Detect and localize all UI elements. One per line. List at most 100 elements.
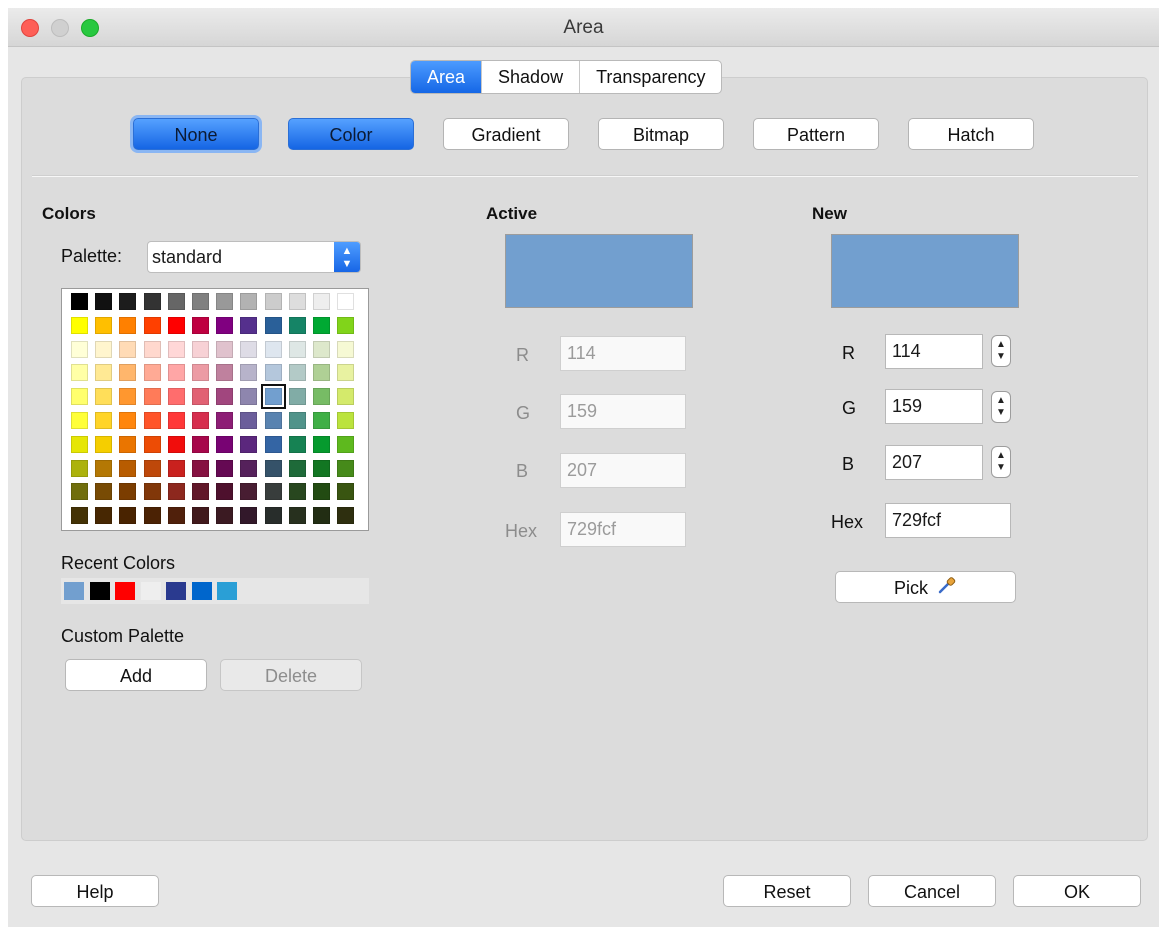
- palette-swatch[interactable]: [337, 364, 355, 382]
- palette-swatch[interactable]: [95, 459, 113, 477]
- palette-swatch[interactable]: [95, 388, 113, 406]
- palette-swatch[interactable]: [119, 340, 137, 358]
- palette-swatch[interactable]: [216, 293, 234, 310]
- palette-swatch[interactable]: [95, 412, 113, 429]
- palette-swatch[interactable]: [143, 435, 161, 453]
- palette-swatch[interactable]: [240, 364, 258, 382]
- palette-swatch[interactable]: [337, 507, 355, 525]
- palette-swatch[interactable]: [264, 459, 282, 477]
- palette-swatch[interactable]: [264, 412, 282, 429]
- palette-swatch[interactable]: [95, 507, 113, 525]
- palette-swatch[interactable]: [119, 459, 137, 477]
- palette-swatch[interactable]: [288, 293, 306, 310]
- palette-swatch[interactable]: [240, 340, 258, 358]
- palette-swatch[interactable]: [240, 388, 258, 406]
- palette-swatch[interactable]: [192, 412, 209, 429]
- palette-swatch[interactable]: [167, 412, 185, 429]
- palette-swatch[interactable]: [119, 507, 137, 525]
- palette-swatch[interactable]: [337, 483, 355, 501]
- fill-none-button[interactable]: None: [133, 118, 259, 150]
- palette-swatch[interactable]: [313, 316, 330, 334]
- palette-swatch[interactable]: [71, 459, 88, 477]
- palette-swatch[interactable]: [143, 388, 161, 406]
- palette-swatch[interactable]: [216, 388, 234, 406]
- reset-button[interactable]: Reset: [723, 875, 851, 907]
- palette-swatch[interactable]: [288, 316, 306, 334]
- palette-swatch[interactable]: [71, 340, 88, 358]
- palette-swatch[interactable]: [288, 388, 306, 406]
- palette-swatch[interactable]: [313, 435, 330, 453]
- recent-color-swatch[interactable]: [89, 582, 110, 600]
- palette-swatch[interactable]: [95, 483, 113, 501]
- palette-swatch[interactable]: [264, 293, 282, 310]
- palette-swatch[interactable]: [216, 459, 234, 477]
- palette-swatch[interactable]: [71, 293, 88, 310]
- palette-swatch[interactable]: [119, 435, 137, 453]
- tab-transparency[interactable]: Transparency: [580, 61, 721, 93]
- palette-swatch[interactable]: [167, 388, 185, 406]
- palette-swatch[interactable]: [337, 412, 355, 429]
- palette-swatch[interactable]: [240, 507, 258, 525]
- palette-swatch[interactable]: [240, 293, 258, 310]
- palette-swatch[interactable]: [167, 316, 185, 334]
- palette-swatch[interactable]: [71, 435, 88, 453]
- palette-swatch[interactable]: [192, 435, 209, 453]
- palette-swatch[interactable]: [143, 412, 161, 429]
- recent-color-swatch[interactable]: [191, 582, 212, 600]
- palette-swatch[interactable]: [119, 388, 137, 406]
- palette-swatch[interactable]: [313, 483, 330, 501]
- palette-swatch[interactable]: [313, 412, 330, 429]
- palette-swatch[interactable]: [216, 340, 234, 358]
- new-r-field[interactable]: 114: [885, 334, 983, 369]
- palette-swatch[interactable]: [288, 459, 306, 477]
- palette-swatch[interactable]: [288, 435, 306, 453]
- delete-button[interactable]: Delete: [220, 659, 362, 691]
- recent-color-swatch[interactable]: [166, 582, 186, 600]
- tab-area[interactable]: Area: [411, 61, 483, 93]
- palette-swatch[interactable]: [71, 364, 88, 382]
- palette-swatch[interactable]: [192, 316, 209, 334]
- palette-swatch[interactable]: [264, 435, 282, 453]
- palette-swatch[interactable]: [71, 507, 88, 525]
- add-button[interactable]: Add: [65, 659, 207, 691]
- palette-swatch[interactable]: [264, 340, 282, 358]
- palette-swatch[interactable]: [216, 483, 234, 501]
- palette-swatch[interactable]: [192, 364, 209, 382]
- palette-swatch[interactable]: [288, 364, 306, 382]
- fill-pattern-button[interactable]: Pattern: [753, 118, 879, 150]
- palette-swatch[interactable]: [192, 459, 209, 477]
- palette-swatch[interactable]: [216, 364, 234, 382]
- palette-swatch[interactable]: [119, 316, 137, 334]
- palette-swatch[interactable]: [216, 435, 234, 453]
- fill-bitmap-button[interactable]: Bitmap: [598, 118, 724, 150]
- palette-swatch[interactable]: [337, 316, 355, 334]
- palette-swatch[interactable]: [313, 293, 330, 310]
- palette-swatch[interactable]: [95, 435, 113, 453]
- palette-swatch[interactable]: [192, 483, 209, 501]
- cancel-button[interactable]: Cancel: [868, 875, 996, 907]
- palette-swatch[interactable]: [143, 293, 161, 310]
- palette-swatch[interactable]: [240, 483, 258, 501]
- palette-swatch[interactable]: [95, 340, 113, 358]
- palette-swatch[interactable]: [337, 340, 355, 358]
- fill-color-button[interactable]: Color: [288, 118, 414, 150]
- palette-swatch[interactable]: [313, 459, 330, 477]
- palette-swatch[interactable]: [313, 388, 330, 406]
- palette-swatch[interactable]: [216, 412, 234, 429]
- help-button[interactable]: Help: [31, 875, 159, 907]
- palette-swatch[interactable]: [260, 384, 286, 410]
- new-g-field[interactable]: 159: [885, 389, 983, 424]
- palette-swatch[interactable]: [95, 316, 113, 334]
- palette-swatch[interactable]: [192, 507, 209, 525]
- palette-swatch[interactable]: [240, 412, 258, 429]
- palette-swatch[interactable]: [313, 507, 330, 525]
- palette-swatch[interactable]: [288, 340, 306, 358]
- palette-swatch[interactable]: [71, 388, 88, 406]
- palette-swatch[interactable]: [167, 340, 185, 358]
- ok-button[interactable]: OK: [1013, 875, 1141, 907]
- fill-hatch-button[interactable]: Hatch: [908, 118, 1034, 150]
- palette-swatch[interactable]: [216, 316, 234, 334]
- palette-swatch[interactable]: [119, 293, 137, 310]
- palette-swatch[interactable]: [192, 340, 209, 358]
- new-hex-field[interactable]: 729fcf: [885, 503, 1011, 538]
